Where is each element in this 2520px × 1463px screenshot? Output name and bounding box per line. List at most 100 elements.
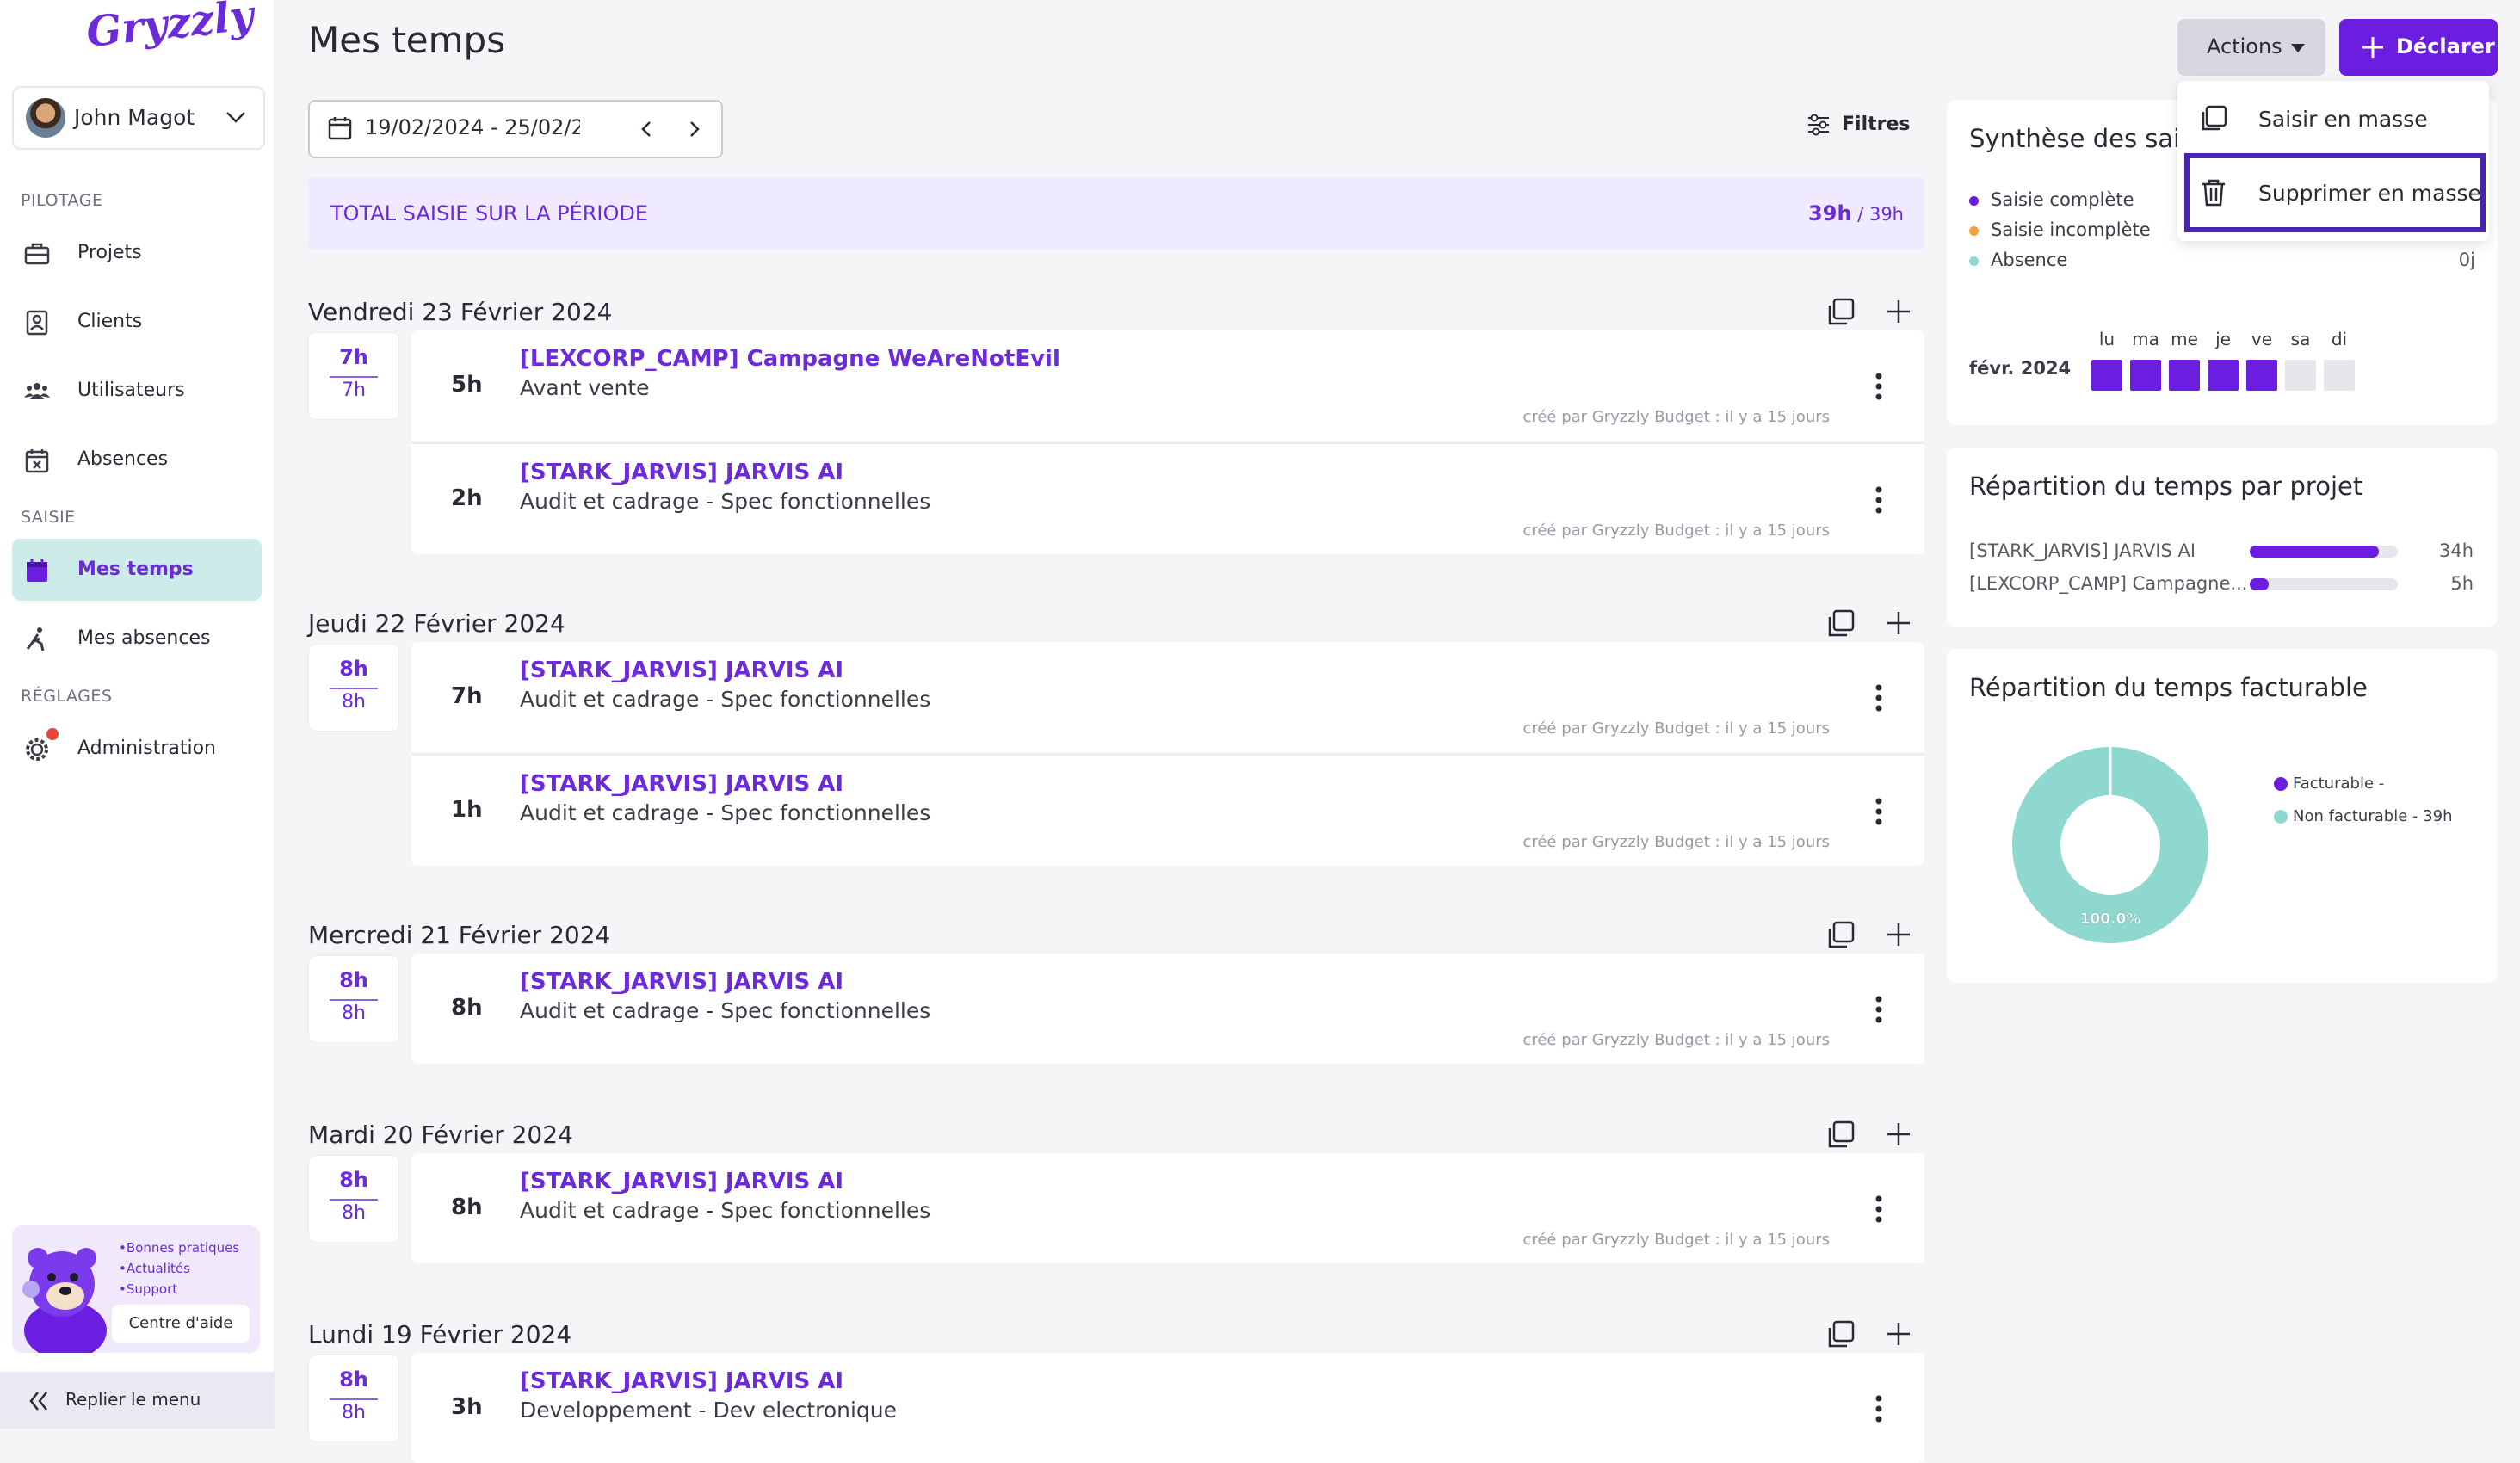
avatar (26, 98, 65, 138)
project-bar-track (2250, 546, 2398, 558)
legend-non-facturable: Non facturable - 39h (2274, 807, 2453, 825)
day-hours-divider (330, 1199, 378, 1201)
sidebar-item-label: Mes absences (77, 627, 211, 649)
help-card: •Bonnes pratiques •Actualités •Support C… (12, 1225, 260, 1353)
help-link-bonnes-pratiques[interactable]: •Bonnes pratiques (119, 1238, 239, 1258)
entry-hours: 8h (451, 995, 483, 1021)
menu-item-saisir-en-masse[interactable]: Saisir en masse (2177, 81, 2489, 155)
legend-label: Absence (1991, 250, 2068, 270)
previous-week-icon[interactable] (637, 119, 658, 139)
project-bar-value: 34h (2438, 540, 2474, 561)
weekday-label: je (2215, 329, 2231, 349)
entry-task: Audit et cadrage - Spec fonctionnelles (520, 800, 931, 825)
day-status-square[interactable] (2285, 360, 2316, 391)
sidebar-item-clients[interactable]: Clients (12, 291, 262, 353)
day-hours-done: 8h (339, 1168, 368, 1192)
more-options-icon[interactable] (1875, 485, 1883, 515)
day-status-square[interactable] (2324, 360, 2355, 391)
add-entry-icon[interactable] (1881, 606, 1916, 640)
entry-hours: 8h (451, 1194, 483, 1220)
app-logo[interactable]: Gryzzly (84, 0, 256, 57)
more-options-icon[interactable] (1875, 1394, 1883, 1423)
more-options-icon[interactable] (1875, 372, 1883, 401)
entry-project[interactable]: [STARK_JARVIS] JARVIS AI (520, 460, 843, 485)
project-bar-fill (2250, 578, 2269, 590)
day-status-square[interactable] (2091, 360, 2122, 391)
more-options-icon[interactable] (1875, 683, 1883, 713)
entry-project[interactable]: [STARK_JARVIS] JARVIS AI (520, 657, 843, 683)
help-link-actualites[interactable]: •Actualités (119, 1258, 239, 1279)
contact-card-icon (26, 310, 48, 336)
time-entry[interactable]: 2h [STARK_JARVIS] JARVIS AI Audit et cadra… (411, 442, 1924, 554)
date-range-value: 19/02/2024 - 25/02/2024 (365, 115, 580, 139)
next-week-icon[interactable] (683, 119, 704, 139)
entry-project[interactable]: [STARK_JARVIS] JARVIS AI (520, 1368, 843, 1394)
entry-project[interactable]: [STARK_JARVIS] JARVIS AI (520, 1169, 843, 1194)
menu-item-label: Saisir en masse (2258, 107, 2428, 132)
day-hours-divider (330, 1398, 378, 1400)
menu-item-supprimer-en-masse[interactable]: Supprimer en masse (2184, 153, 2486, 232)
duplicate-day-icon[interactable] (1823, 606, 1857, 640)
duplicate-day-icon[interactable] (1823, 1317, 1857, 1351)
duplicate-day-icon[interactable] (1823, 294, 1857, 329)
help-link-support[interactable]: •Support (119, 1279, 239, 1299)
actions-button[interactable]: Actions (2177, 19, 2325, 76)
more-options-icon[interactable] (1875, 995, 1883, 1024)
more-options-icon[interactable] (1875, 1194, 1883, 1224)
day-hours-done: 8h (339, 968, 368, 992)
time-entry[interactable]: 7h [STARK_JARVIS] JARVIS AI Audit et cadra… (411, 642, 1924, 752)
beach-icon (26, 627, 45, 651)
day-status-square[interactable] (2208, 360, 2239, 391)
entry-meta: créé par Gryzzly Budget : il y a 15 jour… (1522, 1231, 1830, 1249)
time-entry[interactable]: 5h [LEXCORP_CAMP] Campagne WeAreNotEvil Av… (411, 330, 1924, 441)
month-label: févr. 2024 (1969, 358, 2072, 379)
legend-saisie-incomplete: Saisie incomplète (1969, 219, 2151, 240)
day-status-square[interactable] (2169, 360, 2200, 391)
day-heading: Jeudi 22 Février 2024 (308, 609, 565, 638)
entry-project[interactable]: [STARK_JARVIS] JARVIS AI (520, 771, 843, 797)
sidebar-item-mes-temps[interactable]: Mes temps (12, 539, 262, 601)
entry-project[interactable]: [STARK_JARVIS] JARVIS AI (520, 969, 843, 995)
sidebar-item-utilisateurs[interactable]: Utilisateurs (12, 360, 262, 422)
day-hours-done: 8h (339, 1367, 368, 1392)
add-entry-icon[interactable] (1881, 294, 1916, 329)
day-hours-divider (330, 999, 378, 1001)
date-range-picker[interactable]: 19/02/2024 - 25/02/2024 (308, 100, 723, 158)
notification-dot (46, 728, 59, 740)
add-entry-icon[interactable] (1881, 1317, 1916, 1351)
sidebar-item-absences[interactable]: Absences (12, 429, 262, 491)
legend-dot (1969, 256, 1979, 266)
add-entry-icon[interactable] (1881, 917, 1916, 952)
day-status-square[interactable] (2130, 360, 2161, 391)
day-hours-expected: 8h (342, 1202, 366, 1224)
project-bar-track (2250, 578, 2398, 590)
sidebar-item-administration[interactable]: Administration (12, 718, 262, 780)
legend-absence: Absence (1969, 250, 2067, 270)
sidebar-item-label: Utilisateurs (77, 380, 185, 401)
section-label-saisie: SAISIE (21, 508, 76, 527)
declare-label: Déclarer (2396, 34, 2495, 59)
add-entry-icon[interactable] (1881, 1117, 1916, 1151)
declare-button[interactable]: Déclarer (2339, 19, 2498, 76)
duplicate-day-icon[interactable] (1823, 917, 1857, 952)
legend-label: Non facturable - 39h (2293, 807, 2453, 825)
day-status-square[interactable] (2246, 360, 2277, 391)
time-entry[interactable]: 8h [STARK_JARVIS] JARVIS AI Audit et cadra… (411, 954, 1924, 1064)
day-total-box: 8h 8h (308, 955, 399, 1043)
project-bar-label: [LEXCORP_CAMP] Campagne... (1969, 573, 2248, 594)
duplicate-day-icon[interactable] (1823, 1117, 1857, 1151)
time-entry[interactable]: 3h [STARK_JARVIS] JARVIS AI Developpement … (411, 1353, 1924, 1463)
filters-button[interactable]: Filtres (1806, 112, 1911, 138)
more-options-icon[interactable] (1875, 797, 1883, 826)
time-entry[interactable]: 1h [STARK_JARVIS] JARVIS AI Audit et cadra… (411, 754, 1924, 866)
entry-project[interactable]: [LEXCORP_CAMP] Campagne WeAreNotEvil (520, 346, 1060, 372)
help-center-button[interactable]: Centre d'aide (112, 1305, 250, 1343)
collapse-menu-button[interactable]: Replier le menu (0, 1372, 274, 1429)
donut-percent-label: 100.0% (2080, 911, 2141, 928)
time-entry[interactable]: 8h [STARK_JARVIS] JARVIS AI Audit et cadra… (411, 1153, 1924, 1263)
sidebar-item-projets[interactable]: Projets (12, 222, 262, 284)
sidebar-item-mes-absences[interactable]: Mes absences (12, 608, 262, 670)
double-chevron-left-icon (29, 1392, 47, 1411)
user-selector[interactable]: John Magot (12, 86, 265, 150)
day-total-box: 8h 8h (308, 644, 399, 732)
